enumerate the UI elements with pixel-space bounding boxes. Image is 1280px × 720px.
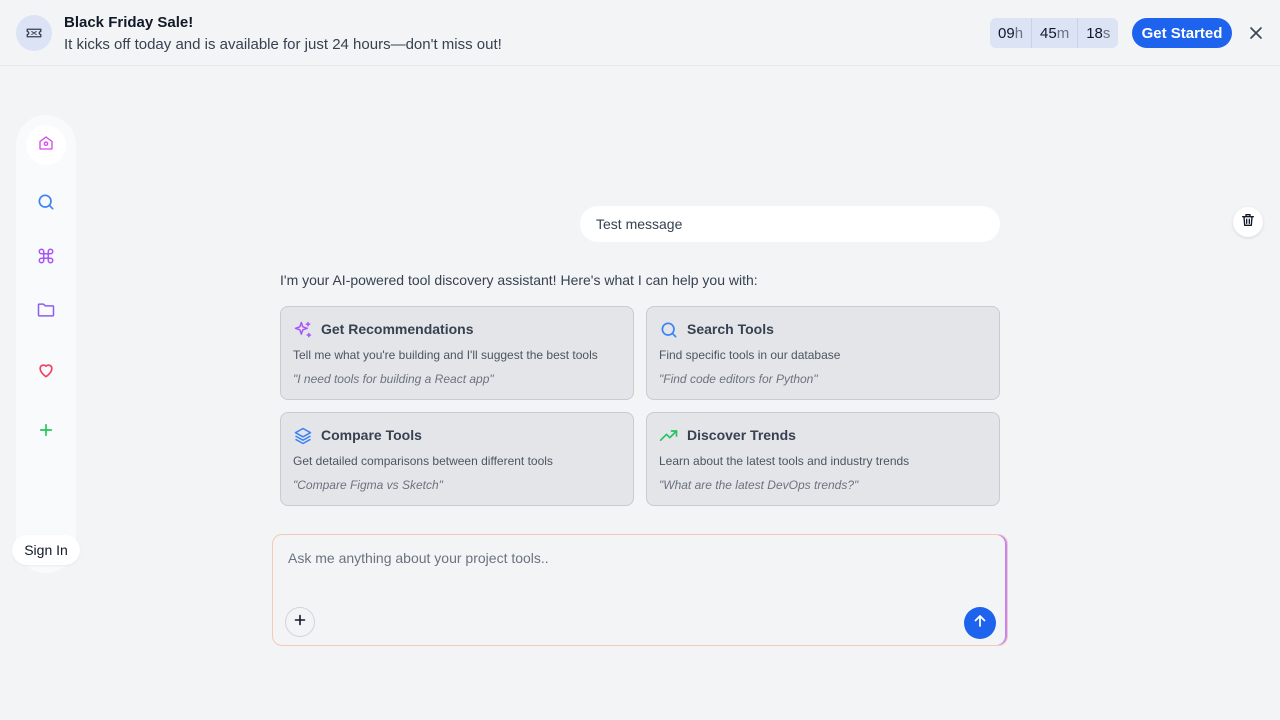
user-message-bubble: Test message <box>580 206 1000 242</box>
card-description: Learn about the latest tools and industr… <box>659 454 910 468</box>
countdown-timer: 09 h 45 m 18 s <box>990 18 1119 48</box>
sidebar-item-add[interactable] <box>26 412 66 452</box>
attach-button[interactable] <box>285 607 315 637</box>
folder-icon <box>36 300 56 325</box>
sparkles-icon <box>293 320 313 340</box>
plus-icon <box>294 613 306 631</box>
suggestion-card-trends[interactable]: Discover Trends Learn about the latest t… <box>646 412 1000 506</box>
search-icon <box>36 192 56 217</box>
arrow-up-icon <box>973 614 987 633</box>
card-title: Search Tools <box>687 321 774 337</box>
sidebar-item-search[interactable] <box>26 184 66 224</box>
card-description: Find specific tools in our database <box>659 348 841 362</box>
sign-in-button[interactable]: Sign In <box>12 535 80 565</box>
close-icon[interactable] <box>1244 21 1268 45</box>
suggestion-card-recommendations[interactable]: Get Recommendations Tell me what you're … <box>280 306 634 400</box>
sidebar-item-folders[interactable] <box>26 292 66 332</box>
command-icon <box>37 247 55 270</box>
card-description: Tell me what you're building and I'll su… <box>293 348 598 362</box>
heart-icon <box>36 360 56 385</box>
sidebar-item-home[interactable] <box>26 125 66 165</box>
clear-chat-button[interactable] <box>1233 207 1263 237</box>
layers-icon <box>293 426 313 446</box>
card-example: "Compare Figma vs Sketch" <box>293 478 443 492</box>
banner-subtitle: It kicks off today and is available for … <box>64 36 502 53</box>
card-example: "I need tools for building a React app" <box>293 372 494 386</box>
home-icon <box>37 134 55 157</box>
chat-input[interactable] <box>288 547 968 569</box>
card-title: Discover Trends <box>687 427 796 443</box>
sidebar <box>16 115 76 573</box>
card-description: Get detailed comparisons between differe… <box>293 454 553 468</box>
chat-composer <box>272 534 1008 646</box>
plus-icon <box>37 421 55 444</box>
send-button[interactable] <box>964 607 996 639</box>
search-icon <box>659 320 679 340</box>
sidebar-item-commands[interactable] <box>26 238 66 278</box>
countdown-hours: 09 h <box>990 18 1033 48</box>
card-example: "Find code editors for Python" <box>659 372 818 386</box>
assistant-intro-text: I'm your AI-powered tool discovery assis… <box>280 272 758 288</box>
ticket-icon <box>16 15 52 51</box>
countdown-minutes: 45 m <box>1032 18 1079 48</box>
card-title: Get Recommendations <box>321 321 474 337</box>
get-started-button[interactable]: Get Started <box>1132 18 1232 48</box>
sidebar-item-favorites[interactable] <box>26 352 66 392</box>
banner-title: Black Friday Sale! <box>64 14 194 31</box>
card-title: Compare Tools <box>321 427 422 443</box>
trash-icon <box>1240 212 1256 233</box>
promo-banner: Black Friday Sale! It kicks off today an… <box>0 0 1280 66</box>
countdown-seconds: 18 s <box>1078 18 1119 48</box>
suggestion-card-compare[interactable]: Compare Tools Get detailed comparisons b… <box>280 412 634 506</box>
card-example: "What are the latest DevOps trends?" <box>659 478 859 492</box>
trending-up-icon <box>659 426 679 446</box>
suggestion-card-search[interactable]: Search Tools Find specific tools in our … <box>646 306 1000 400</box>
